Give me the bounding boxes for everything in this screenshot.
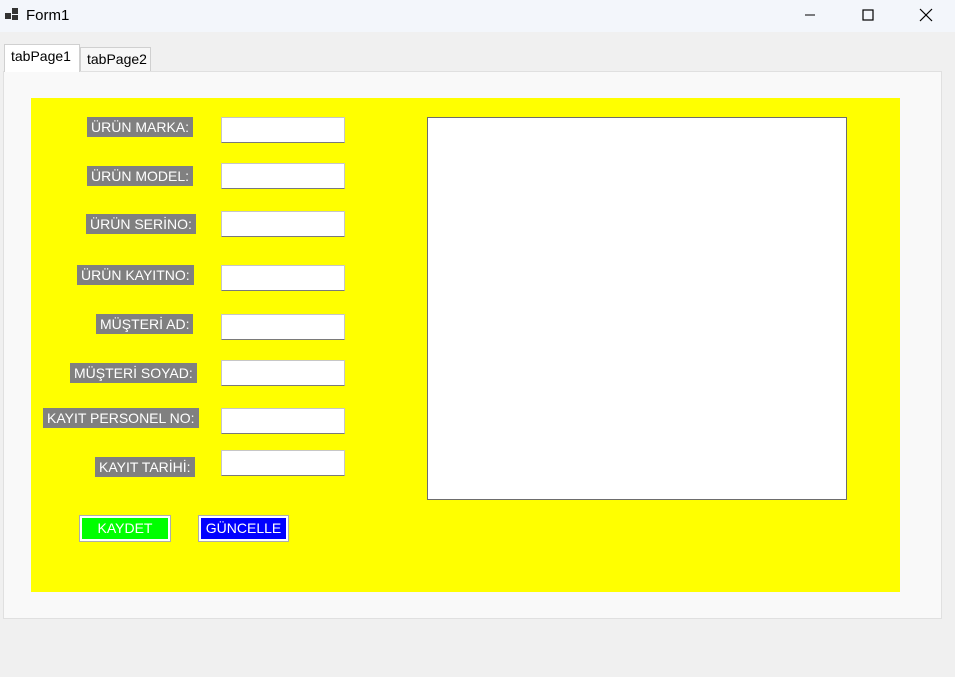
product-record-no-input[interactable] [221, 265, 345, 291]
record-date-label: KAYIT TARİHİ: [95, 457, 195, 477]
close-icon [919, 8, 933, 22]
product-model-input[interactable] [221, 163, 345, 189]
window-title: Form1 [26, 7, 70, 24]
title-bar: Form1 [0, 0, 955, 32]
customer-surname-label: MÜŞTERİ SOYAD: [70, 363, 197, 383]
records-list[interactable] [427, 117, 847, 500]
customer-surname-input[interactable] [221, 360, 345, 386]
tab-page2[interactable]: tabPage2 [80, 47, 151, 71]
maximize-icon [862, 9, 874, 21]
tab-page1[interactable]: tabPage1 [4, 44, 80, 72]
staff-no-input[interactable] [221, 408, 345, 434]
product-serial-label: ÜRÜN SERİNO: [86, 214, 196, 234]
product-brand-input[interactable] [221, 117, 345, 143]
close-button[interactable] [903, 0, 949, 30]
staff-no-label: KAYIT PERSONEL NO: [43, 408, 199, 428]
customer-name-input[interactable] [221, 314, 345, 340]
minimize-icon [805, 14, 815, 16]
product-model-label: ÜRÜN MODEL: [87, 166, 194, 186]
product-serial-input[interactable] [221, 211, 345, 237]
customer-name-label: MÜŞTERİ AD: [96, 314, 194, 334]
maximize-button[interactable] [845, 0, 891, 30]
minimize-button[interactable] [787, 0, 833, 30]
product-brand-label: ÜRÜN MARKA: [87, 117, 194, 137]
app-icon [5, 8, 18, 20]
save-button[interactable]: KAYDET [79, 515, 171, 542]
update-button[interactable]: GÜNCELLE [198, 515, 289, 542]
record-date-input[interactable] [221, 450, 345, 476]
product-record-no-label: ÜRÜN KAYITNO: [77, 265, 194, 285]
